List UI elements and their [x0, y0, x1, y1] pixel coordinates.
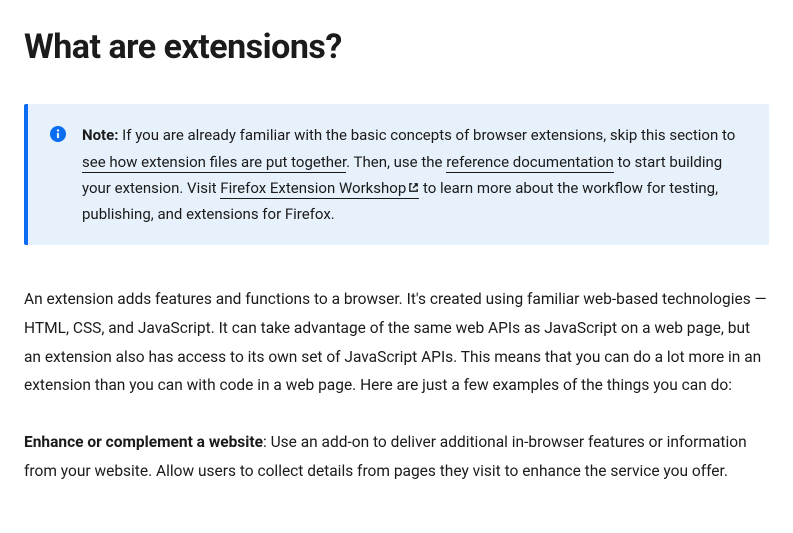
- external-link-icon: [408, 175, 419, 201]
- note-text: Note: If you are already familiar with t…: [82, 122, 747, 227]
- note-seg-1: If you are already familiar with the bas…: [118, 126, 735, 144]
- info-icon: [50, 126, 66, 142]
- page-title: What are extensions?: [24, 20, 769, 74]
- intro-paragraph: An extension adds features and functions…: [24, 285, 769, 400]
- link-extension-files[interactable]: see how extension files are put together: [82, 153, 346, 173]
- note-callout: Note: If you are already familiar with t…: [24, 104, 769, 245]
- link-reference-docs[interactable]: reference documentation: [446, 153, 614, 173]
- enhance-paragraph: Enhance or complement a website: Use an …: [24, 428, 769, 485]
- note-seg-2: . Then, use the: [346, 153, 446, 171]
- note-label: Note:: [82, 126, 118, 144]
- link-firefox-workshop[interactable]: Firefox Extension Workshop: [220, 179, 419, 199]
- enhance-heading: Enhance or complement a website: [24, 433, 263, 451]
